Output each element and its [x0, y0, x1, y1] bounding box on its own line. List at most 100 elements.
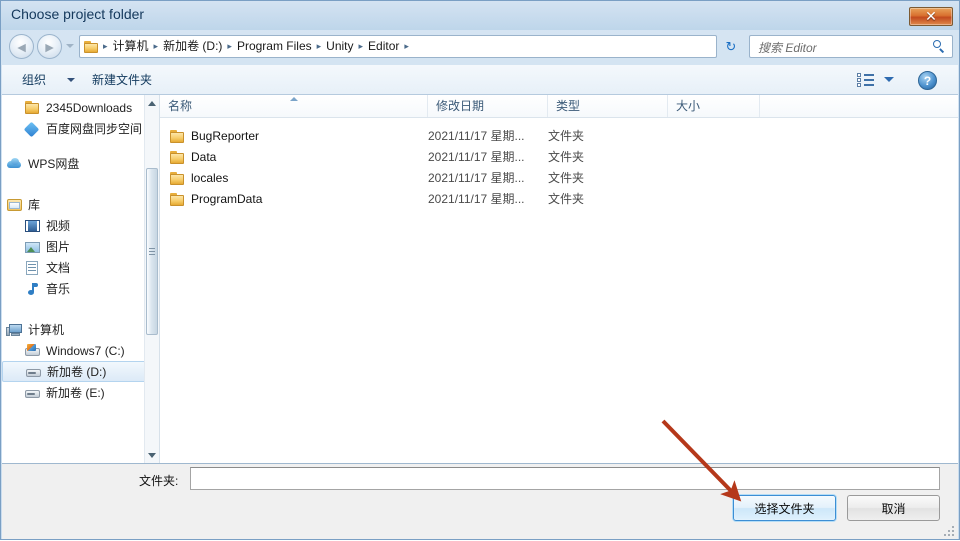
breadcrumb-item-computer[interactable]: 计算机 [109, 36, 153, 57]
search-icon [932, 39, 946, 54]
sidebar-item-videos[interactable]: 视频 [2, 215, 147, 236]
music-icon [24, 281, 41, 297]
file-date: 2021/11/17 星期... [428, 171, 525, 185]
view-mode-dropdown-icon[interactable] [884, 77, 894, 82]
sidebar-item-music[interactable]: 音乐 [2, 278, 147, 299]
file-type: 文件夹 [548, 150, 585, 164]
folder-icon [24, 100, 41, 116]
sidebar-item-wps-netdisk[interactable]: WPS网盘 [2, 153, 147, 174]
table-row[interactable]: locales 2021/11/17 星期... 文件夹 [160, 168, 958, 189]
column-header-size[interactable]: 大小 [668, 95, 760, 117]
sidebar-item-label: 音乐 [46, 282, 71, 296]
breadcrumb-item-program-files[interactable]: Program Files [233, 36, 316, 57]
sidebar-item-label: 图片 [46, 240, 71, 254]
file-type: 文件夹 [548, 171, 585, 185]
column-header-label: 大小 [676, 99, 701, 113]
close-button[interactable]: ✕ [909, 7, 953, 26]
folder-icon [84, 40, 100, 54]
help-button[interactable]: ? [918, 71, 937, 90]
column-header-date[interactable]: 修改日期 [428, 95, 548, 117]
organize-button[interactable]: 组织 [16, 70, 52, 90]
file-name: Data [191, 150, 217, 164]
window-title: Choose project folder [11, 6, 145, 22]
table-row[interactable]: ProgramData 2021/11/17 星期... 文件夹 [160, 189, 958, 210]
sidebar-item-label: 文档 [46, 261, 71, 275]
sidebar-item-label: 计算机 [28, 323, 65, 337]
breadcrumb-item-editor[interactable]: Editor [364, 36, 403, 57]
sidebar-item-2345downloads[interactable]: 2345Downloads [2, 97, 147, 118]
scroll-up-button[interactable] [145, 95, 159, 111]
sidebar-item-drive-e[interactable]: 新加卷 (E:) [2, 382, 147, 403]
chevron-up-icon [148, 100, 156, 106]
table-row[interactable]: Data 2021/11/17 星期... 文件夹 [160, 147, 958, 168]
file-name: BugReporter [191, 129, 260, 143]
sidebar-item-label: 新加卷 (D:) [47, 365, 107, 379]
folder-icon [169, 192, 185, 207]
file-list-pane: 名称 修改日期 类型 大小 BugReporter 2021/11/17 星期.… [159, 95, 958, 463]
sidebar-item-label: 百度网盘同步空间 [46, 122, 143, 136]
column-header-label: 类型 [556, 99, 581, 113]
column-header-label: 修改日期 [436, 99, 485, 113]
folder-icon [169, 171, 185, 186]
history-dropdown-icon[interactable] [66, 44, 74, 48]
column-header-row: 名称 修改日期 类型 大小 [160, 95, 958, 118]
document-icon [24, 260, 41, 276]
windows-drive-icon [24, 343, 41, 359]
sidebar-scrollbar-thumb[interactable] [146, 168, 158, 335]
breadcrumb-item-unity[interactable]: Unity [322, 36, 357, 57]
select-folder-button[interactable]: 选择文件夹 [733, 495, 836, 521]
sidebar-item-documents[interactable]: 文档 [2, 257, 147, 278]
folder-input[interactable] [190, 467, 940, 490]
library-icon [6, 197, 23, 213]
sidebar-scrollbar[interactable] [144, 95, 159, 463]
table-row[interactable]: BugReporter 2021/11/17 星期... 文件夹 [160, 126, 958, 147]
picture-icon [24, 239, 41, 255]
file-name: ProgramData [191, 192, 263, 206]
toolbar: 组织 新建文件夹 ? [2, 65, 958, 95]
breadcrumb-separator[interactable]: ▸ [403, 41, 410, 52]
refresh-button[interactable]: ↻ [720, 35, 742, 58]
scroll-down-button[interactable] [145, 447, 159, 463]
forward-button[interactable]: ► [37, 34, 62, 59]
cancel-button[interactable]: 取消 [847, 495, 940, 521]
column-header-type[interactable]: 类型 [548, 95, 668, 117]
title-bar: Choose project folder ✕ [1, 1, 959, 30]
back-arrow-icon: ◄ [14, 38, 29, 55]
sidebar-item-computer[interactable]: 计算机 [2, 319, 147, 340]
sidebar-item-baidu-netdisk[interactable]: 百度网盘同步空间 [2, 118, 147, 139]
drive-icon [25, 364, 42, 380]
sidebar-item-libraries[interactable]: 库 [2, 194, 147, 215]
chevron-down-icon[interactable] [67, 78, 75, 82]
back-button[interactable]: ◄ [9, 34, 34, 59]
select-folder-label: 选择文件夹 [754, 501, 815, 516]
breadcrumb-item-drive-d[interactable]: 新加卷 (D:) [159, 36, 226, 57]
file-name: locales [191, 171, 229, 185]
breadcrumb-bar[interactable]: ▸ 计算机 ▸ 新加卷 (D:) ▸ Program Files ▸ Unity… [79, 35, 717, 58]
sidebar-item-label: Windows7 (C:) [46, 343, 125, 358]
file-date: 2021/11/17 星期... [428, 192, 525, 206]
sort-ascending-icon [290, 97, 298, 101]
navigation-pane: 2345Downloads 百度网盘同步空间 WPS网盘 库 视频 图片 文档 … [2, 95, 159, 463]
computer-icon [6, 322, 23, 338]
column-header-name[interactable]: 名称 [160, 95, 428, 117]
sidebar-item-windows7-c[interactable]: Windows7 (C:) [2, 340, 147, 361]
forward-arrow-icon: ► [42, 38, 57, 55]
new-folder-button[interactable]: 新建文件夹 [86, 70, 158, 90]
sidebar-item-drive-d[interactable]: 新加卷 (D:) [2, 361, 147, 382]
resize-grip-icon[interactable] [942, 524, 954, 536]
sidebar-item-label: WPS网盘 [28, 157, 80, 171]
close-icon: ✕ [925, 8, 937, 24]
grip-icon [149, 247, 155, 256]
choose-folder-dialog: Choose project folder ✕ ◄ ► ▸ 计算机 ▸ 新加卷 … [0, 0, 960, 540]
search-input[interactable]: 搜索 Editor [749, 35, 953, 58]
help-icon: ? [923, 73, 932, 88]
sidebar-item-label: 2345Downloads [46, 100, 133, 115]
view-mode-icon[interactable] [857, 73, 874, 88]
refresh-icon: ↻ [725, 38, 737, 54]
folder-field-label: 文件夹: [139, 474, 179, 488]
sidebar-item-label: 视频 [46, 219, 71, 233]
sidebar-item-pictures[interactable]: 图片 [2, 236, 147, 257]
file-date: 2021/11/17 星期... [428, 129, 525, 143]
diamond-icon [23, 121, 41, 137]
file-date: 2021/11/17 星期... [428, 150, 525, 164]
